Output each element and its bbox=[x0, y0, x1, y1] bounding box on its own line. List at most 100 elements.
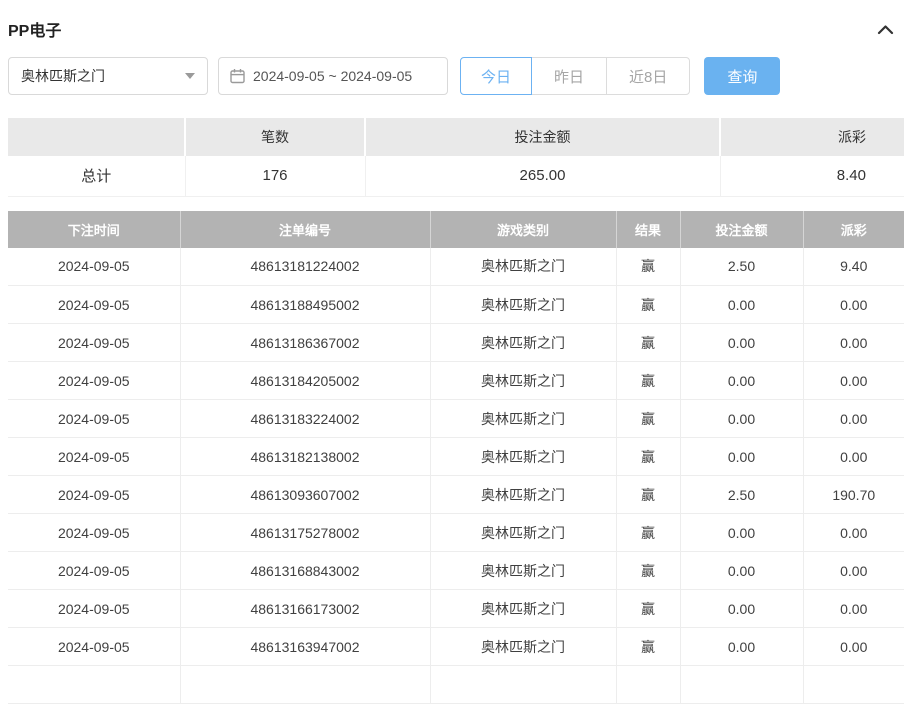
page-title: PP电子 bbox=[8, 17, 61, 41]
cell-game-type: 奥林匹斯之门 bbox=[430, 362, 616, 400]
today-button[interactable]: 今日 bbox=[460, 57, 532, 95]
cell-bet-id: 48613181224002 bbox=[180, 248, 430, 286]
panel-header: PP电子 bbox=[8, 10, 904, 48]
cell-game-type: 奥林匹斯之门 bbox=[430, 628, 616, 666]
filter-row: 奥林匹斯之门 2024-09-05 ~ 2024-09-05 今日 昨日 近8日… bbox=[8, 56, 904, 96]
last-8-days-button[interactable]: 近8日 bbox=[606, 57, 690, 95]
cell-bet-amount: 2.50 bbox=[680, 476, 803, 514]
cell-game-type: 奥林匹斯之门 bbox=[430, 324, 616, 362]
cell-bet-id: 48613166173002 bbox=[180, 590, 430, 628]
cell-bet-time: 2024-09-05 bbox=[8, 324, 180, 362]
cell-result: 赢 bbox=[616, 438, 680, 476]
cell-game-type: 奥林匹斯之门 bbox=[430, 590, 616, 628]
summary-total-row: 总计 176 265.00 8.40 bbox=[8, 156, 904, 196]
table-row: 2024-09-0548613181224002奥林匹斯之门赢2.509.40 bbox=[8, 248, 904, 286]
cell-bet-time: 2024-09-05 bbox=[8, 286, 180, 324]
cell-bet-time: 2024-09-05 bbox=[8, 362, 180, 400]
cell-result: 赢 bbox=[616, 628, 680, 666]
cell-game-type: 奥林匹斯之门 bbox=[430, 400, 616, 438]
header-game-type: 游戏类别 bbox=[430, 211, 616, 248]
cell-payout: 0.00 bbox=[803, 438, 904, 476]
summary-header-row: 笔数 投注金额 派彩 bbox=[8, 118, 904, 156]
header-bet-amount: 投注金额 bbox=[680, 211, 803, 248]
table-row: 2024-09-0548613163947002奥林匹斯之门赢0.000.00 bbox=[8, 628, 904, 666]
cell-bet-id: 48613175278002 bbox=[180, 514, 430, 552]
table-row: 2024-09-0548613168843002奥林匹斯之门赢0.000.00 bbox=[8, 552, 904, 590]
cell-payout: 0.00 bbox=[803, 400, 904, 438]
bet-table-body: 2024-09-0548613181224002奥林匹斯之门赢2.509.402… bbox=[8, 248, 904, 704]
header-payout: 派彩 bbox=[803, 211, 904, 248]
cell-empty bbox=[8, 666, 180, 704]
cell-bet-time: 2024-09-05 bbox=[8, 628, 180, 666]
quick-filter-group: 今日 昨日 近8日 bbox=[460, 57, 690, 95]
cell-bet-id: 48613163947002 bbox=[180, 628, 430, 666]
cell-bet-amount: 2.50 bbox=[680, 248, 803, 286]
cell-result: 赢 bbox=[616, 362, 680, 400]
cell-payout: 190.70 bbox=[803, 476, 904, 514]
cell-empty bbox=[803, 666, 904, 704]
cell-bet-amount: 0.00 bbox=[680, 628, 803, 666]
summary-header-empty bbox=[8, 118, 185, 156]
header-bet-id: 注单编号 bbox=[180, 211, 430, 248]
header-bet-time: 下注时间 bbox=[8, 211, 180, 248]
cell-bet-amount: 0.00 bbox=[680, 552, 803, 590]
cell-payout: 0.00 bbox=[803, 514, 904, 552]
game-select-value: 奥林匹斯之门 bbox=[21, 66, 105, 86]
cell-result: 赢 bbox=[616, 248, 680, 286]
cell-bet-time: 2024-09-05 bbox=[8, 248, 180, 286]
cell-result: 赢 bbox=[616, 552, 680, 590]
cell-bet-time: 2024-09-05 bbox=[8, 438, 180, 476]
cell-bet-amount: 0.00 bbox=[680, 438, 803, 476]
collapse-button[interactable] bbox=[877, 24, 894, 35]
cell-bet-time: 2024-09-05 bbox=[8, 552, 180, 590]
cell-empty bbox=[180, 666, 430, 704]
cell-game-type: 奥林匹斯之门 bbox=[430, 552, 616, 590]
cell-result: 赢 bbox=[616, 324, 680, 362]
summary-total-bet-amount: 265.00 bbox=[365, 156, 720, 196]
cell-bet-id: 48613168843002 bbox=[180, 552, 430, 590]
cell-bet-id: 48613183224002 bbox=[180, 400, 430, 438]
table-row: 2024-09-0548613166173002奥林匹斯之门赢0.000.00 bbox=[8, 590, 904, 628]
yesterday-button[interactable]: 昨日 bbox=[531, 57, 607, 95]
summary-header-count: 笔数 bbox=[185, 118, 365, 156]
summary-total-label: 总计 bbox=[8, 156, 185, 196]
table-row: 2024-09-0548613182138002奥林匹斯之门赢0.000.00 bbox=[8, 438, 904, 476]
cell-game-type: 奥林匹斯之门 bbox=[430, 286, 616, 324]
cell-payout: 0.00 bbox=[803, 362, 904, 400]
cell-payout: 0.00 bbox=[803, 590, 904, 628]
cell-bet-id: 48613184205002 bbox=[180, 362, 430, 400]
cell-payout: 0.00 bbox=[803, 286, 904, 324]
cell-result: 赢 bbox=[616, 590, 680, 628]
table-row: 2024-09-0548613186367002奥林匹斯之门赢0.000.00 bbox=[8, 324, 904, 362]
bet-table-header-row: 下注时间 注单编号 游戏类别 结果 投注金额 派彩 bbox=[8, 211, 904, 248]
date-range-value: 2024-09-05 ~ 2024-09-05 bbox=[253, 68, 412, 84]
cell-payout: 0.00 bbox=[803, 324, 904, 362]
cell-result: 赢 bbox=[616, 514, 680, 552]
cell-result: 赢 bbox=[616, 476, 680, 514]
cell-bet-time: 2024-09-05 bbox=[8, 514, 180, 552]
cell-bet-time: 2024-09-05 bbox=[8, 476, 180, 514]
summary-total-count: 176 bbox=[185, 156, 365, 196]
header-result: 结果 bbox=[616, 211, 680, 248]
summary-table: 笔数 投注金额 派彩 总计 176 265.00 8.40 bbox=[8, 118, 904, 197]
cell-empty bbox=[616, 666, 680, 704]
date-range-input[interactable]: 2024-09-05 ~ 2024-09-05 bbox=[218, 57, 448, 95]
cell-bet-id: 48613186367002 bbox=[180, 324, 430, 362]
cell-bet-amount: 0.00 bbox=[680, 400, 803, 438]
calendar-icon bbox=[230, 68, 245, 84]
cell-result: 赢 bbox=[616, 286, 680, 324]
cell-bet-id: 48613188495002 bbox=[180, 286, 430, 324]
summary-total-payout: 8.40 bbox=[720, 156, 904, 196]
bet-records-table: 下注时间 注单编号 游戏类别 结果 投注金额 派彩 2024-09-054861… bbox=[8, 211, 904, 704]
cell-game-type: 奥林匹斯之门 bbox=[430, 476, 616, 514]
cell-bet-id: 48613093607002 bbox=[180, 476, 430, 514]
cell-bet-id: 48613182138002 bbox=[180, 438, 430, 476]
cell-bet-amount: 0.00 bbox=[680, 514, 803, 552]
cell-payout: 9.40 bbox=[803, 248, 904, 286]
cell-game-type: 奥林匹斯之门 bbox=[430, 438, 616, 476]
query-button[interactable]: 查询 bbox=[704, 57, 780, 95]
game-select[interactable]: 奥林匹斯之门 bbox=[8, 57, 208, 95]
cell-bet-amount: 0.00 bbox=[680, 362, 803, 400]
summary-header-bet-amount: 投注金额 bbox=[365, 118, 720, 156]
pp-games-panel: PP电子 奥林匹斯之门 2024-09-05 ~ 2024-09-05 今日 昨… bbox=[0, 0, 912, 704]
